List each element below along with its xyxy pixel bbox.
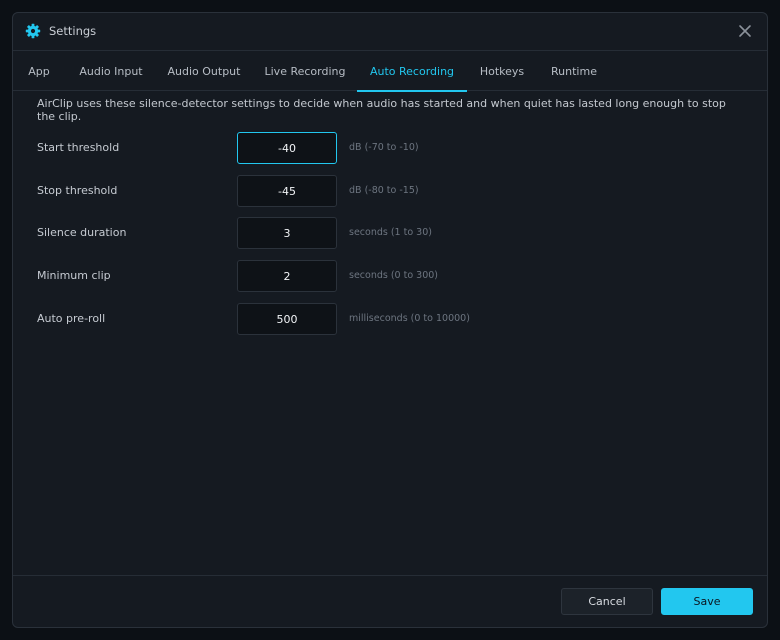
field-label: Silence duration xyxy=(37,226,127,239)
start-threshold-input[interactable] xyxy=(237,132,337,164)
dialog-footer: Cancel Save xyxy=(13,575,767,627)
field-label: Stop threshold xyxy=(37,184,118,197)
field-row-start-threshold: Start threshold dB (-70 to -10) xyxy=(37,132,737,164)
field-hint: seconds (1 to 30) xyxy=(349,227,432,238)
tab-live-recording[interactable]: Live Recording xyxy=(257,51,353,91)
auto-pre-roll-input[interactable] xyxy=(237,303,337,335)
close-button[interactable] xyxy=(735,21,755,41)
tab-app[interactable]: App xyxy=(17,51,61,91)
save-button[interactable]: Save xyxy=(661,588,753,615)
section-description: AirClip uses these silence-detector sett… xyxy=(37,97,726,123)
field-row-minimum-clip: Minimum clip seconds (0 to 300) xyxy=(37,260,737,292)
field-row-stop-threshold: Stop threshold dB (-80 to -15) xyxy=(37,175,737,207)
gear-icon xyxy=(25,23,41,39)
window-title: Settings xyxy=(49,24,97,38)
tab-hotkeys[interactable]: Hotkeys xyxy=(473,51,531,91)
tab-audio-input[interactable]: Audio Input xyxy=(71,51,151,91)
field-hint: seconds (0 to 300) xyxy=(349,270,439,281)
title-bar: Settings xyxy=(13,13,767,50)
tab-runtime[interactable]: Runtime xyxy=(543,51,605,91)
close-icon xyxy=(739,25,751,37)
tab-auto-recording[interactable]: Auto Recording xyxy=(357,51,467,92)
cancel-button[interactable]: Cancel xyxy=(561,588,653,615)
silence-duration-input[interactable] xyxy=(237,217,337,249)
field-hint: milliseconds (0 to 10000) xyxy=(349,313,470,324)
field-hint: dB (-80 to -15) xyxy=(349,185,419,196)
settings-window: Settings App Audio Input Audio Output Li… xyxy=(12,12,768,628)
tab-audio-output[interactable]: Audio Output xyxy=(161,51,247,91)
field-label: Auto pre-roll xyxy=(37,312,106,325)
field-row-silence-duration: Silence duration seconds (1 to 30) xyxy=(37,217,737,249)
field-hint: dB (-70 to -10) xyxy=(349,142,419,153)
field-label: Start threshold xyxy=(37,141,120,154)
stop-threshold-input[interactable] xyxy=(237,175,337,207)
field-row-auto-pre-roll: Auto pre-roll milliseconds (0 to 10000) xyxy=(37,303,737,335)
minimum-clip-input[interactable] xyxy=(237,260,337,292)
settings-tabs: App Audio Input Audio Output Live Record… xyxy=(13,50,767,92)
field-label: Minimum clip xyxy=(37,269,111,282)
